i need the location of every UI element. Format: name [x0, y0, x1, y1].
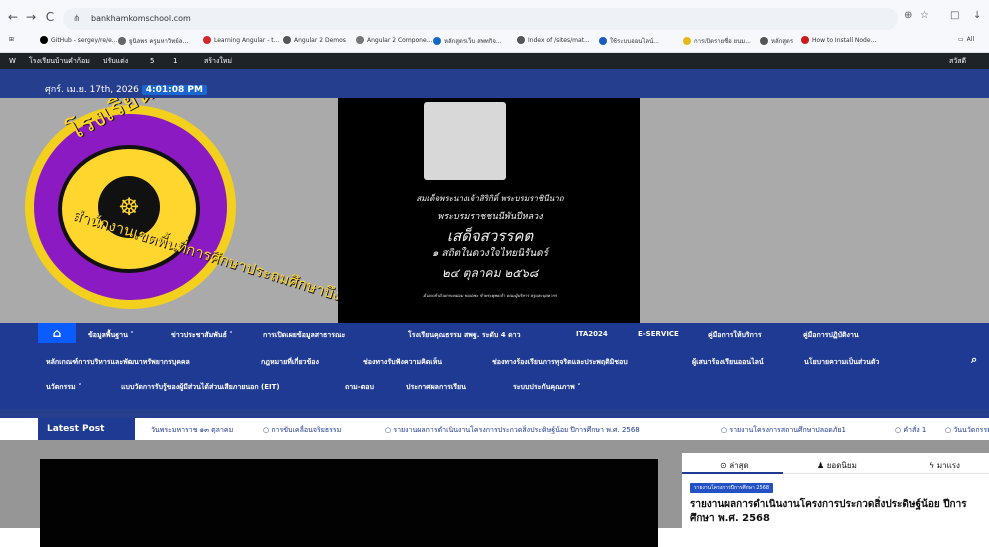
home-icon[interactable]: ⌂: [38, 323, 76, 343]
comments-count[interactable]: 5: [150, 53, 154, 69]
bolt-icon: ϟ: [929, 461, 935, 470]
apps-icon[interactable]: ⊞: [9, 36, 14, 43]
menu-item[interactable]: นโยบายความเป็นส่วนตัว: [804, 357, 879, 368]
menu-item[interactable]: คู่มือการให้บริการ: [708, 330, 762, 341]
menu-item[interactable]: หลักเกณฑ์การบริหารและพัฒนาทรัพยากรบุคคล: [46, 357, 190, 368]
latest-post-label: Latest Post: [38, 418, 135, 440]
bookmark-item[interactable]: การเปิดรายชื่อ ยนม...: [683, 36, 751, 46]
bookmark-item[interactable]: GitHub - sergey/re/e...: [40, 36, 117, 44]
main-menu: ⌂ ข้อมูลพื้นฐาน ˅ ข่าวประชาสัมพันธ์ ˅ กา…: [0, 323, 989, 409]
memorial-line: เสด็จสวรรคต: [446, 227, 534, 245]
bookmark-item[interactable]: หลักสูตรเว็บ สพทกิจ...: [433, 36, 502, 46]
memorial-banner: สมเด็จพระนางเจ้าสิริกิติ์ พระบรมราชินีนา…: [338, 98, 640, 323]
latest-post-item[interactable]: ○ คำสั่ง 1: [895, 425, 926, 436]
menu-item[interactable]: ถาม-ตอบ: [345, 382, 374, 393]
portrait-image: [424, 102, 506, 180]
menu-item[interactable]: E-SERVICE: [638, 330, 679, 338]
forward-icon[interactable]: →: [23, 9, 39, 25]
bookmark-item[interactable]: How to Install Node...: [801, 36, 876, 44]
active-tab-indicator: [682, 472, 783, 474]
latest-post-item[interactable]: ○ การขับเคลื่อนจริยธรรม: [263, 425, 341, 436]
admin-customize[interactable]: ปรับแต่ง: [103, 53, 128, 69]
menu-item[interactable]: ผู้เสนาร้องเรียนออนไลน์: [692, 357, 764, 368]
clock-icon: ⊙: [720, 461, 727, 470]
menu-item[interactable]: ประกาศผลการเรียน: [406, 382, 466, 393]
menu-item[interactable]: ITA2024: [576, 330, 608, 338]
browser-chrome: ← → C ⋔ bankhamkomschool.com ⊕ ☆ □ ↓ ⊞ G…: [0, 0, 989, 53]
address-bar[interactable]: ⋔ bankhamkomschool.com: [63, 8, 898, 30]
bookmark-item[interactable]: Angular 2 Compone...: [356, 36, 432, 44]
bookmark-item[interactable]: Angular 2 Demos: [283, 36, 346, 44]
reload-icon[interactable]: C: [42, 9, 58, 25]
menu-item[interactable]: ช่องทางร้องเรียนการทุจริตและประพฤติมิชอบ: [492, 357, 628, 368]
bookmark-item[interactable]: หลักสูตร: [760, 36, 793, 46]
latest-post-item[interactable]: วันพระมหาราช ๑๓ ตุลาคม: [151, 425, 233, 436]
bookmark-item[interactable]: Learning Angular - t...: [203, 36, 279, 44]
back-icon[interactable]: ←: [5, 9, 21, 25]
download-icon[interactable]: ↓: [973, 10, 981, 26]
admin-new[interactable]: สร้างใหม่: [204, 53, 232, 69]
memorial-line: พระบรมราชชนนีพันปีหลวง: [437, 212, 543, 222]
wordpress-admin-bar: W โรงเรียนบ้านคำก้อม ปรับแต่ง 5 1 สร้างใ…: [0, 53, 989, 81]
latest-post-item[interactable]: ○ วันนวัตกรรม: [945, 425, 989, 436]
bookmarks-folder-icon: ▭: [958, 36, 964, 43]
menu-item[interactable]: นวัตกรรม ˅: [46, 382, 82, 393]
star-icon[interactable]: ☆: [920, 10, 929, 26]
school-website: ศุกร์. เม.ย. 17th, 2026 4:01:08 PM ☸ โรง…: [0, 69, 989, 547]
hero-banner: ☸ โรงเรียนบ้านคำก้อม สำนักงานเขตพื้นที่ก…: [0, 98, 989, 323]
url-text: bankhamkomschool.com: [91, 14, 191, 23]
menu-item[interactable]: โรงเรียนคุณธรรม สพฐ. ระดับ 4 ดาว: [408, 330, 521, 341]
menu-item[interactable]: ช่องทางรับฟังความคิดเห็น: [363, 357, 442, 368]
menu-item[interactable]: แบบวัดการรับรู้ของผู้มีส่วนได้ส่วนเสียภา…: [121, 382, 280, 393]
updates-count[interactable]: 1: [173, 53, 177, 69]
content-area: ⊙ ล่าสุด ♟ ยอดนิยม ϟ มาแรง รายงานโครงการ…: [0, 440, 989, 547]
profile-icon[interactable]: □: [950, 10, 959, 26]
date-time: ศุกร์. เม.ย. 17th, 2026 4:01:08 PM: [45, 82, 207, 96]
zoom-icon[interactable]: ⊕: [904, 10, 912, 26]
browser-navigation-row: ← → C ⋔ bankhamkomschool.com ⊕ ☆ □ ↓: [0, 8, 989, 30]
all-bookmarks[interactable]: ▭ All: [958, 36, 974, 43]
tab-popular[interactable]: ♟ ยอดนิยม: [817, 459, 857, 472]
admin-site-name[interactable]: โรงเรียนบ้านคำก้อม: [29, 53, 90, 69]
menu-item[interactable]: คู่มือการปฏิบัติงาน: [803, 330, 859, 341]
post-title[interactable]: รายงานผลการดำเนินงานโครงการประกวดสิ่งประ…: [690, 498, 976, 526]
featured-video[interactable]: [40, 459, 658, 547]
search-icon[interactable]: ⌕: [971, 353, 977, 367]
menu-item[interactable]: ข่าวประชาสัมพันธ์ ˅: [171, 330, 233, 341]
menu-item[interactable]: กฎหมายที่เกี่ยวข้อง: [261, 357, 319, 368]
bookmark-item[interactable]: ใช้ระบบออนไลน์...: [599, 36, 659, 46]
latest-post-item[interactable]: ○ รายงานโครงการสถานศึกษาปลอดภัย1: [721, 425, 846, 436]
tab-trending[interactable]: ϟ มาแรง: [929, 459, 960, 472]
post-category-tag[interactable]: รายงานโครงการปีการศึกษา 2568: [690, 483, 774, 493]
wordpress-icon[interactable]: W: [9, 53, 16, 69]
memorial-line: ๑ สถิตในดวงใจไทยนิรันดร์: [431, 248, 549, 259]
menu-item[interactable]: ระบบประกันคุณภาพ ˅: [513, 382, 581, 393]
bookmarks-bar: ⊞ GitHub - sergey/re/e... ยูนิลพร ครูมหา…: [0, 31, 989, 51]
menu-item[interactable]: การเปิดเผยข้อมูลสาธารณะ: [263, 330, 345, 341]
memorial-line: ๒๔ ตุลาคม ๒๕๖๘: [441, 266, 539, 280]
posts-panel: ⊙ ล่าสุด ♟ ยอดนิยม ϟ มาแรง รายงานโครงการ…: [682, 453, 989, 528]
tab-latest[interactable]: ⊙ ล่าสุด: [720, 459, 749, 472]
latest-post-item[interactable]: ○ รายงานผลการดำเนินงานโครงการประกวดสิ่งป…: [385, 425, 640, 436]
memorial-line: ด้วยเกล้าด้วยกระหม่อม ขอเดชะ ข้าพระพุทธเ…: [423, 293, 557, 298]
latest-post-ticker: Latest Post วันพระมหาราช ๑๓ ตุลาคม ○ การ…: [0, 418, 989, 440]
memorial-line: สมเด็จพระนางเจ้าสิริกิติ์ พระบรมราชินีนา…: [416, 194, 564, 203]
bookmark-item[interactable]: ยูนิลพร ครูมหาวิทย์ล...: [118, 36, 188, 46]
thumb-icon: ♟: [817, 461, 825, 470]
site-settings-icon[interactable]: ⋔: [73, 8, 81, 30]
post-tabs: ⊙ ล่าสุด ♟ ยอดนิยม ϟ มาแรง: [682, 453, 989, 474]
menu-item[interactable]: ข้อมูลพื้นฐาน ˅: [88, 330, 134, 341]
bookmark-item[interactable]: Index of /sites/mat...: [517, 36, 590, 44]
